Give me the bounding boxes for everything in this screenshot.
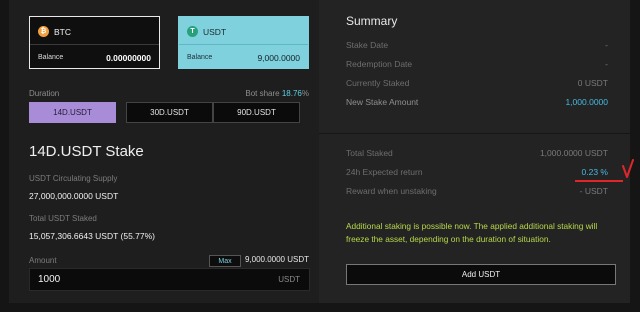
staking-panel: ₿ BTC Balance 0.00000000 T USDT Balance … xyxy=(9,0,634,303)
summary-divider xyxy=(319,133,630,134)
total-staked-value: 15,057,306.6643 USDT (55.77%) xyxy=(29,231,156,241)
duration-label: Duration xyxy=(29,89,60,98)
bot-share-unit: % xyxy=(301,89,309,98)
add-usdt-button[interactable]: Add USDT xyxy=(346,264,616,285)
bot-share-label: Bot share xyxy=(245,89,280,98)
divider xyxy=(30,44,159,45)
usdt-icon: T xyxy=(187,26,198,37)
summary-row-expected-return: 24h Expected return 0.23 % xyxy=(346,167,608,177)
bot-share-value: 18.76 xyxy=(281,89,302,98)
red-underline-annotation xyxy=(575,180,623,182)
summary-row-redemption-date: Redemption Date - xyxy=(346,59,608,69)
stake-form: ₿ BTC Balance 0.00000000 T USDT Balance … xyxy=(9,0,319,303)
btc-icon: ₿ xyxy=(38,26,49,37)
balance-label: Balance xyxy=(38,54,64,61)
summary-title: Summary xyxy=(346,14,398,28)
supply-label: USDT Circulating Supply xyxy=(29,174,118,183)
coin-card-usdt[interactable]: T USDT Balance 9,000.0000 xyxy=(178,16,309,69)
summary-row-new-stake-amount: New Stake Amount 1,000.0000 xyxy=(346,97,608,107)
red-check-annotation xyxy=(622,159,634,178)
amount-field[interactable]: USDT xyxy=(29,268,310,291)
balance-value: 9,000.0000 xyxy=(257,53,300,63)
duration-option-90d[interactable]: 90D.USDT xyxy=(213,102,300,123)
amount-label: Amount xyxy=(29,256,57,265)
coin-card-btc[interactable]: ₿ BTC Balance 0.00000000 xyxy=(29,16,160,69)
balance-value: 0.00000000 xyxy=(106,53,151,63)
staking-notice: Additional staking is possible now. The … xyxy=(346,221,598,244)
balance-label: Balance xyxy=(187,54,213,61)
coin-name: USDT xyxy=(203,26,227,37)
coin-name: BTC xyxy=(54,26,71,37)
stake-title: 14D.USDT Stake xyxy=(29,143,144,160)
bot-share: Bot share 18.76% xyxy=(245,89,309,98)
max-button[interactable]: Max xyxy=(209,255,241,267)
summary-row-stake-date: Stake Date - xyxy=(346,40,608,50)
summary-row-currently-staked: Currently Staked 0 USDT xyxy=(346,78,608,88)
summary-panel: Summary Stake Date - Redemption Date - C… xyxy=(319,0,634,303)
summary-row-reward-unstaking: Reward when unstaking - USDT xyxy=(346,186,608,196)
divider xyxy=(179,44,308,45)
total-staked-label: Total USDT Staked xyxy=(29,214,97,223)
available-balance: 9,000.0000 USDT xyxy=(244,255,309,264)
summary-row-total-staked: Total Staked 1,000.0000 USDT xyxy=(346,148,608,158)
supply-value: 27,000,000.0000 USDT xyxy=(29,191,119,201)
duration-option-14d[interactable]: 14D.USDT xyxy=(29,102,116,123)
amount-input[interactable] xyxy=(38,272,238,287)
duration-option-30d[interactable]: 30D.USDT xyxy=(126,102,213,123)
amount-unit: USDT xyxy=(278,275,300,284)
